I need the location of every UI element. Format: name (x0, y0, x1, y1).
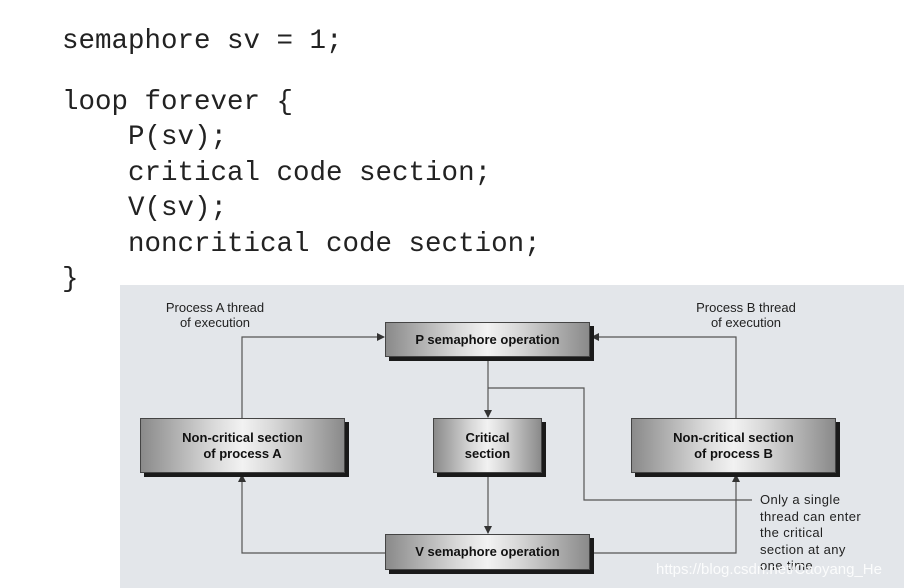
critical-line1: Critical (465, 429, 510, 445)
noncritical-a-line2: of process A (203, 445, 282, 461)
label-process-a: Process A thread of execution (150, 300, 280, 330)
arrow-v-to-a (238, 474, 385, 554)
label-process-b-line2: of execution (710, 315, 782, 330)
note-line3: the critical (760, 525, 824, 540)
note-line4: section at any (760, 541, 846, 557)
v-op-label: V semaphore operation (415, 544, 560, 559)
label-process-a-line2: of execution (179, 315, 251, 330)
note-line2: thread can enter (760, 508, 862, 524)
noncritical-b-line1: Non-critical section (673, 429, 794, 445)
noncritical-b-line2: of process B (694, 445, 773, 461)
noncritical-a-line1: Non-critical section (182, 429, 303, 445)
label-process-a-line1: Process A thread (165, 300, 265, 315)
arrow-v-to-b (590, 474, 740, 554)
watermark: https://blog.csdn.net/Caoyang_He (656, 561, 882, 578)
noncritical-b-box: Non-critical section of process B (631, 418, 836, 473)
label-process-b-line1: Process B thread (696, 300, 796, 315)
label-process-b: Process B thread of execution (676, 300, 816, 330)
critical-section-box: Critical section (433, 418, 542, 473)
note-line1: Only a single (760, 492, 841, 507)
noncritical-a-box: Non-critical section of process A (140, 418, 345, 473)
v-semaphore-operation-box: V semaphore operation (385, 534, 590, 570)
p-semaphore-operation-box: P semaphore operation (385, 322, 590, 357)
arrow-b-to-p (591, 333, 737, 418)
critical-line2: section (464, 445, 511, 461)
arrow-a-to-p (241, 333, 385, 418)
p-op-label: P semaphore operation (415, 331, 560, 347)
